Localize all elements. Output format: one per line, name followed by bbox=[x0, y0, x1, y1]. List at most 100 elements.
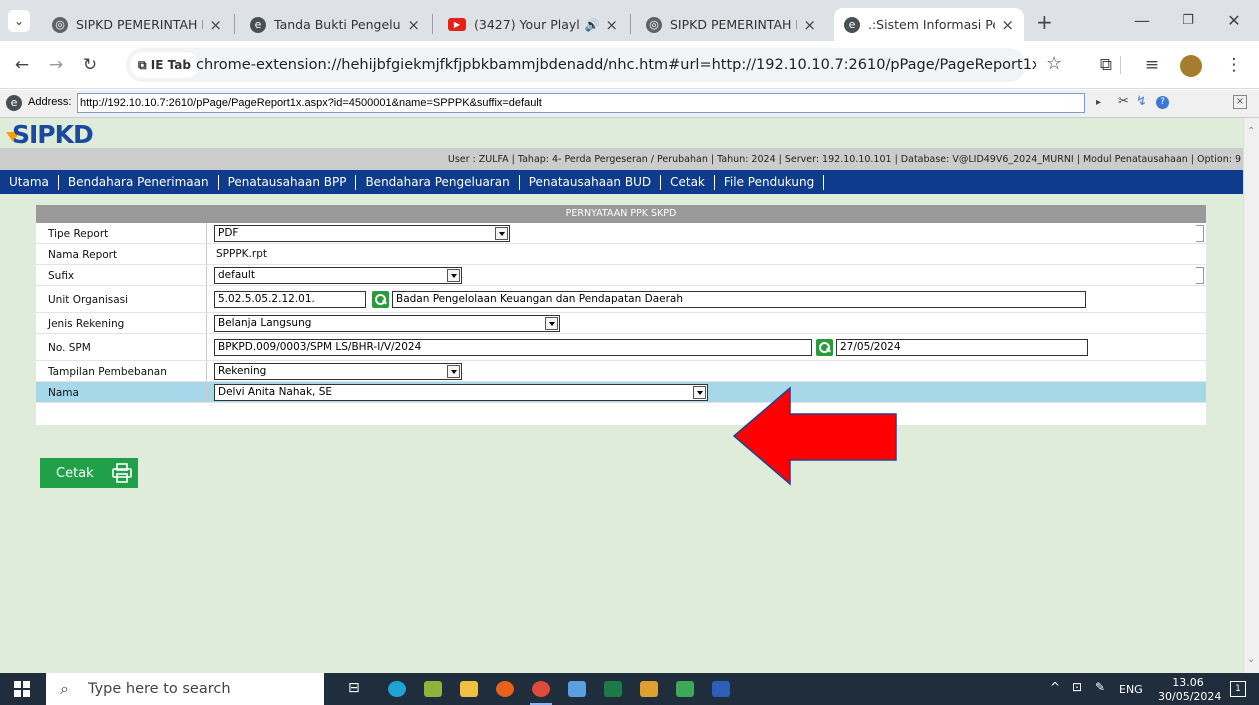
close-icon[interactable]: × bbox=[605, 16, 618, 34]
tampilan-pembebanan-select[interactable]: Rekening bbox=[214, 363, 462, 380]
snipping-tool-icon[interactable] bbox=[640, 681, 658, 697]
notepad-icon[interactable] bbox=[424, 681, 442, 697]
page-scrollbar[interactable]: ⌃ ⌄ bbox=[1243, 118, 1259, 673]
language-indicator[interactable]: ENG bbox=[1119, 683, 1143, 696]
sufix-select[interactable]: default bbox=[214, 267, 462, 284]
chevron-down-icon[interactable] bbox=[495, 227, 508, 240]
reading-list-icon[interactable]: ≡ bbox=[1140, 53, 1164, 77]
task-view-icon[interactable]: ⊟ bbox=[348, 680, 360, 696]
reload-icon[interactable]: ↻ bbox=[78, 53, 102, 77]
chrome-icon[interactable] bbox=[532, 681, 550, 697]
taskbar-search-input[interactable]: ⌕ Type here to search bbox=[46, 673, 324, 705]
divider bbox=[206, 382, 207, 402]
label-unit-organisasi: Unit Organisasi bbox=[48, 294, 129, 306]
tab-title: SIPKD PEMERINTAH PRO bbox=[670, 17, 797, 32]
user-info: User : ZULFA | Tahap: 4- Perda Pergesera… bbox=[447, 154, 1241, 165]
close-icon[interactable]: × bbox=[1233, 95, 1247, 109]
menu-item-bendahara-pengeluaran[interactable]: Bendahara Pengeluaran bbox=[356, 175, 518, 189]
chevron-down-icon[interactable] bbox=[545, 317, 558, 330]
search-icon[interactable] bbox=[372, 291, 389, 308]
cetak-button[interactable]: Cetak bbox=[40, 458, 138, 488]
word-icon[interactable] bbox=[712, 681, 730, 697]
row-tipe-report: Tipe Report PDF bbox=[36, 223, 1206, 244]
tipe-report-select[interactable]: PDF bbox=[214, 225, 510, 242]
browser-tab-2[interactable]: e Tanda Bukti Pengeluaran × bbox=[240, 8, 430, 41]
app-icon[interactable] bbox=[676, 681, 694, 697]
jenis-rekening-select[interactable]: Belanja Langsung bbox=[214, 315, 560, 332]
network-icon[interactable]: ⊡ bbox=[1072, 680, 1082, 694]
menu-item-penatausahaan-bud[interactable]: Penatausahaan BUD bbox=[520, 175, 660, 189]
label-tampilan-pembebanan: Tampilan Pembebanan bbox=[48, 366, 167, 378]
browser-tab-5-active[interactable]: e .:Sistem Informasi Penge × bbox=[834, 8, 1024, 41]
field-end-cap bbox=[1196, 225, 1204, 242]
tab-title: SIPKD PEMERINTAH PRO bbox=[76, 17, 203, 32]
menu-item-cetak[interactable]: Cetak bbox=[661, 175, 714, 189]
tools-icon[interactable]: ✂ bbox=[1118, 94, 1129, 109]
excel-icon[interactable] bbox=[604, 681, 622, 697]
close-icon[interactable]: × bbox=[209, 16, 222, 34]
menu-separator bbox=[823, 174, 825, 190]
extensions-icon[interactable]: ⧉ bbox=[1094, 53, 1118, 77]
firefox-icon[interactable] bbox=[496, 681, 514, 697]
bookmark-star-icon[interactable]: ☆ bbox=[1046, 53, 1062, 74]
profile-avatar[interactable] bbox=[1180, 55, 1202, 77]
row-jenis-rekening: Jenis Rekening Belanja Langsung bbox=[36, 313, 1206, 334]
browser-tab-3[interactable]: ▶ (3427) Your Playlist: T 🔊 × bbox=[438, 8, 628, 41]
restore-button[interactable]: ❐ bbox=[1168, 8, 1208, 34]
nama-select[interactable]: Delvi Anita Nahak, SE bbox=[214, 384, 708, 401]
search-icon[interactable] bbox=[816, 339, 833, 356]
search-icon: ⌕ bbox=[60, 679, 69, 698]
menu-item-penatausahaan-bpp[interactable]: Penatausahaan BPP bbox=[219, 175, 356, 189]
menu-item-file-pendukung[interactable]: File Pendukung bbox=[715, 175, 823, 189]
forward-arrow-icon[interactable]: → bbox=[44, 53, 68, 77]
toolbar-divider bbox=[1120, 56, 1121, 74]
go-arrow-icon[interactable]: ▸ bbox=[1096, 94, 1116, 112]
app-icon[interactable] bbox=[568, 681, 586, 697]
help-icon[interactable]: ? bbox=[1156, 96, 1169, 109]
spm-date-input[interactable]: 27/05/2024 bbox=[836, 339, 1088, 356]
close-icon[interactable]: × bbox=[407, 16, 420, 34]
tipe-report-value: PDF bbox=[218, 227, 239, 239]
url-text[interactable]: chrome-extension://hehijbfgiekmjfkfjpbkb… bbox=[196, 57, 1036, 73]
divider bbox=[206, 223, 207, 243]
chevron-down-icon[interactable] bbox=[447, 365, 460, 378]
close-icon[interactable]: × bbox=[1001, 16, 1014, 34]
chevron-down-icon[interactable] bbox=[447, 269, 460, 282]
ietab-chip[interactable]: ⧉ IE Tab bbox=[130, 52, 199, 78]
unit-organisasi-code-input[interactable]: 5.02.5.05.2.12.01. bbox=[214, 291, 366, 308]
close-icon[interactable]: × bbox=[803, 16, 816, 34]
menu-item-bendahara-penerimaan[interactable]: Bendahara Penerimaan bbox=[59, 175, 218, 189]
menu-item-utama[interactable]: Utama bbox=[0, 175, 58, 189]
edge-icon[interactable] bbox=[388, 681, 406, 697]
ie-tab-icon: e bbox=[844, 16, 860, 33]
tab-separator bbox=[234, 14, 235, 34]
scroll-down-icon[interactable]: ⌄ bbox=[1247, 654, 1255, 665]
ie-address-label: Address: bbox=[28, 96, 72, 108]
back-arrow-icon[interactable]: ← bbox=[10, 53, 34, 77]
menu-kebab-icon[interactable]: ⋮ bbox=[1222, 53, 1246, 77]
row-unit-organisasi: Unit Organisasi 5.02.5.05.2.12.01. Badan… bbox=[36, 286, 1206, 313]
notification-icon[interactable]: 1 bbox=[1230, 681, 1246, 697]
tab-search-button[interactable]: ⌄ bbox=[8, 10, 30, 32]
new-tab-button[interactable]: + bbox=[1036, 10, 1053, 34]
main-menu: Utama Bendahara Penerimaan Penatausahaan… bbox=[0, 170, 1243, 194]
label-nama: Nama bbox=[48, 387, 79, 399]
chevron-down-icon[interactable] bbox=[693, 386, 706, 399]
scroll-up-icon[interactable]: ⌃ bbox=[1247, 126, 1255, 137]
tab-title: (3427) Your Playlist: T bbox=[474, 17, 580, 32]
browser-tab-1[interactable]: ◎ SIPKD PEMERINTAH PRO × bbox=[42, 8, 232, 41]
taskbar-clock[interactable]: 13.06 30/05/2024 bbox=[1158, 676, 1221, 704]
unit-organisasi-name-input[interactable]: Badan Pengelolaan Keuangan dan Pendapata… bbox=[392, 291, 1086, 308]
windows-start-icon[interactable] bbox=[14, 681, 30, 697]
ie-address-input[interactable]: http://192.10.10.7:2610/pPage/PageReport… bbox=[77, 93, 1085, 113]
row-nama-report: Nama Report SPPPK.rpt bbox=[36, 244, 1206, 265]
close-window-button[interactable]: ✕ bbox=[1214, 8, 1254, 34]
browser-tab-4[interactable]: ◎ SIPKD PEMERINTAH PRO × bbox=[636, 8, 826, 41]
audio-playing-icon[interactable]: 🔊 bbox=[584, 18, 599, 32]
compat-icon[interactable]: ↯ bbox=[1136, 94, 1147, 109]
file-explorer-icon[interactable] bbox=[460, 681, 478, 697]
no-spm-input[interactable]: BPKPD.009/0003/SPM LS/BHR-I/V/2024 bbox=[214, 339, 812, 356]
chevron-up-icon[interactable]: ^ bbox=[1050, 680, 1060, 694]
minimize-button[interactable]: — bbox=[1122, 8, 1162, 34]
pen-icon[interactable]: ✎ bbox=[1095, 680, 1105, 694]
